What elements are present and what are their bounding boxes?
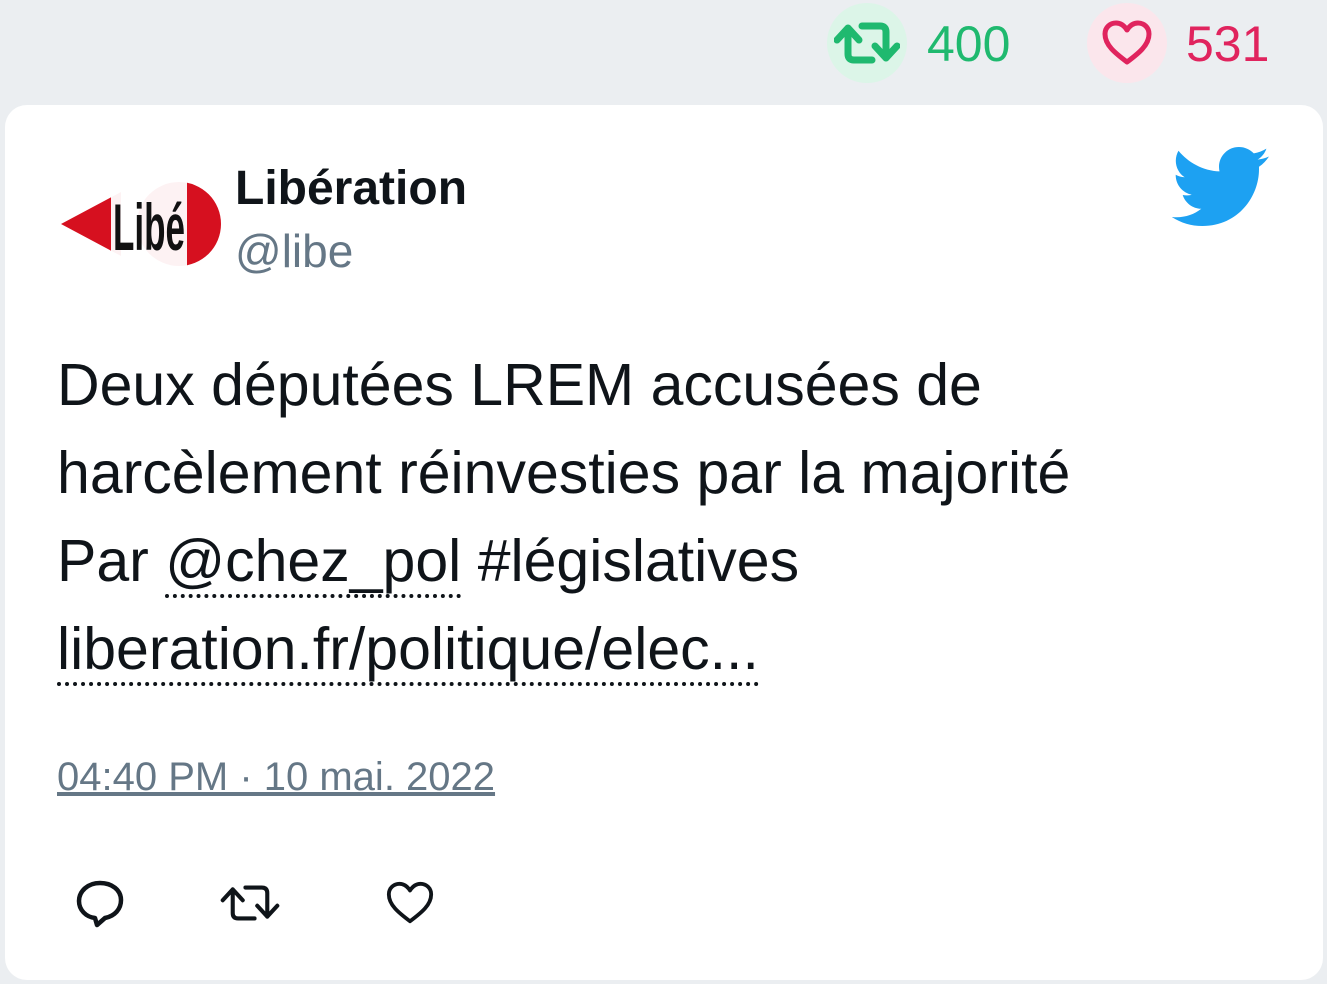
author-handle[interactable]: @libe [235,223,353,279]
author-name[interactable]: Libération [235,161,467,217]
tweet-line: Deux députées LREM accusées de [57,352,982,418]
tweet-card: Libé Libération @libe Deux députées LREM… [5,105,1323,980]
tweet-text: Deux députées LREM accusées de harcèleme… [57,341,1297,693]
retweet-icon [220,885,280,921]
retweet-stat-button[interactable] [827,3,907,83]
author-avatar[interactable]: Libé [61,164,225,288]
heart-icon [1102,20,1152,65]
tweet-line: liberation.fr/politique/elec... [57,605,1297,693]
like-count: 531 [1186,16,1270,72]
tweet-line: harcèlement réinvesties par la majorité [57,440,1071,506]
retweet-icon [834,22,900,64]
reply-icon [76,880,124,928]
article-link[interactable]: liberation.fr/politique/elec... [57,616,759,686]
like-stat-button[interactable] [1087,3,1167,83]
heart-icon [386,881,434,924]
tweet-stats-bar: 400 531 [0,0,1327,90]
tweet-line-prefix: Par [57,528,166,594]
twitter-bird-icon[interactable] [1172,147,1270,227]
mention-link[interactable]: @chez_pol [165,528,462,598]
like-button[interactable] [380,873,440,933]
hashtag-link[interactable]: #législatives [478,528,799,594]
avatar-logo-text: Libé [113,190,185,264]
tweet-timestamp[interactable]: 04:40 PM · 10 mai. 2022 [57,755,495,800]
reply-button[interactable] [70,873,130,933]
retweet-button[interactable] [220,873,280,933]
tweet-line: Par @chez_pol #législatives [57,517,1297,605]
retweet-count: 400 [927,16,1011,72]
